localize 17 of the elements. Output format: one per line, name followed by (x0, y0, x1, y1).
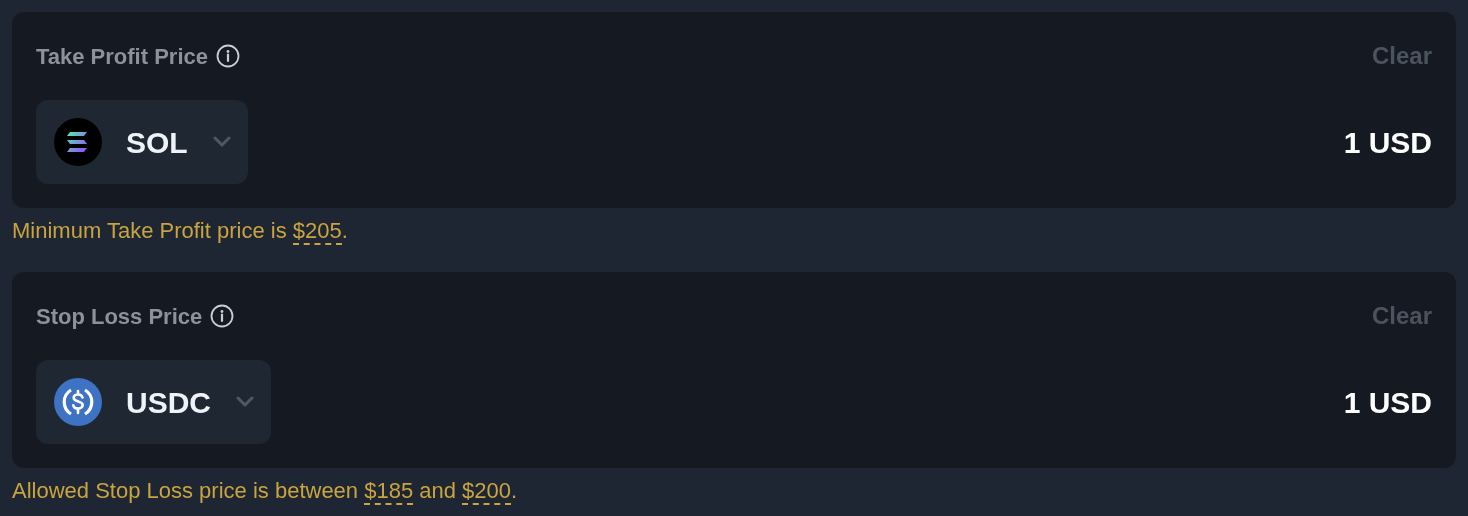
chevron-down-icon (211, 136, 232, 148)
hint-text: Allowed Stop Loss price is between $185 and $200. (12, 477, 519, 507)
hint-text: Minimum Take Profit price is $205. (12, 217, 349, 247)
price-link[interactable]: $185 (364, 478, 414, 505)
info-icon[interactable] (210, 304, 235, 328)
price-value[interactable]: 1 USD (1343, 379, 1432, 425)
token-icon (54, 118, 102, 166)
price-link[interactable]: $200 (462, 478, 512, 505)
token-selector[interactable]: USDC (36, 360, 271, 444)
price-value[interactable]: 1 USD (1343, 119, 1432, 165)
field-label: Stop Loss Price (36, 302, 203, 331)
token-selector[interactable]: SOL (36, 100, 248, 184)
chevron-down-icon (235, 396, 255, 408)
dollar-coin-icon (54, 378, 102, 426)
price-link[interactable]: $205 (292, 218, 342, 245)
field-label: Take Profit Price (36, 42, 208, 71)
info-icon[interactable] (216, 44, 240, 68)
